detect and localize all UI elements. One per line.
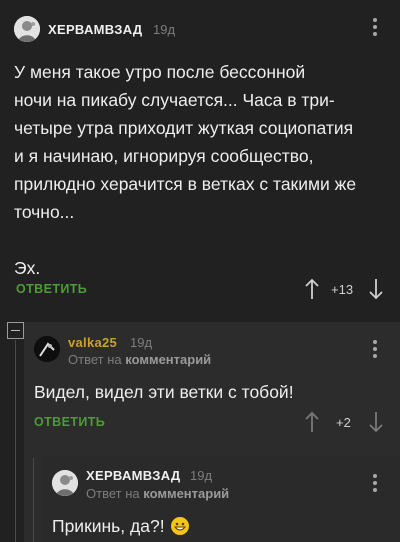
comment-text-line: прилюдно херачится в ветках с такими же [14, 174, 357, 194]
user-avatar-image-icon [14, 16, 40, 42]
reply-button[interactable]: ОТВЕТИТЬ [34, 415, 105, 429]
thread-line [15, 340, 16, 542]
more-options-icon[interactable] [372, 474, 378, 494]
reply-prefix: Ответ на [86, 486, 140, 501]
comment-text-line [14, 226, 394, 254]
username[interactable]: ХЕРВАМВЗАД [48, 22, 142, 37]
collapse-thread-button[interactable] [7, 322, 24, 339]
timestamp: 19д [190, 468, 213, 483]
user-avatar-image-icon [52, 470, 78, 496]
avatar[interactable] [52, 470, 78, 496]
username[interactable]: valka25 [68, 335, 117, 350]
more-options-icon[interactable] [372, 340, 378, 360]
comment-text: Прикинь, да?! [52, 512, 190, 540]
vote-score: +2 [336, 415, 351, 430]
grinning-face-icon [171, 517, 190, 535]
comment-3: ХЕРВАМВЗАД 19д Ответ на комментарий Прик… [42, 456, 400, 542]
upvote-arrow-icon[interactable] [304, 278, 320, 300]
timestamp: 19д [130, 335, 153, 350]
downvote-arrow-icon[interactable] [368, 278, 384, 300]
avatar[interactable] [14, 16, 40, 42]
comment-text-content: Прикинь, да?! [52, 516, 165, 536]
reply-context: Ответ на комментарий [68, 352, 211, 367]
reply-prefix: Ответ на [68, 352, 122, 367]
reply-parent-link[interactable]: комментарий [143, 486, 229, 501]
comment-text-line: Эх. [14, 258, 41, 278]
timestamp: 19д [153, 22, 176, 37]
comment-text-line: У меня такое утро после бессонной [14, 62, 306, 82]
comment-text-line: точно... [14, 202, 75, 222]
username[interactable]: ХЕРВАМВЗАД [86, 468, 180, 483]
comment-text-line: ночи на пикабу случается... Часа в три- [14, 90, 335, 110]
vote-score: +13 [331, 282, 354, 297]
comment-1: ХЕРВАМВЗАД 19д У меня такое утро после б… [0, 0, 400, 318]
more-options-icon[interactable] [372, 18, 378, 38]
reply-button[interactable]: ОТВЕТИТЬ [16, 282, 87, 296]
avatar[interactable] [34, 336, 60, 362]
comment-text-line: и я начинаю, игнорируя сообщество, [14, 146, 314, 166]
comment-text: У меня такое утро после бессонной ночи н… [14, 58, 394, 282]
user-avatar-image-icon [34, 336, 60, 362]
upvote-arrow-icon[interactable] [304, 411, 320, 433]
downvote-arrow-icon[interactable] [368, 411, 384, 433]
thread-line [33, 458, 34, 542]
reply-context: Ответ на комментарий [86, 486, 229, 501]
reply-parent-link[interactable]: комментарий [125, 352, 211, 367]
comment-text: Видел, видел эти ветки с тобой! [34, 382, 294, 402]
comment-text-line: четыре утра приходит жуткая социопатия [14, 118, 354, 138]
